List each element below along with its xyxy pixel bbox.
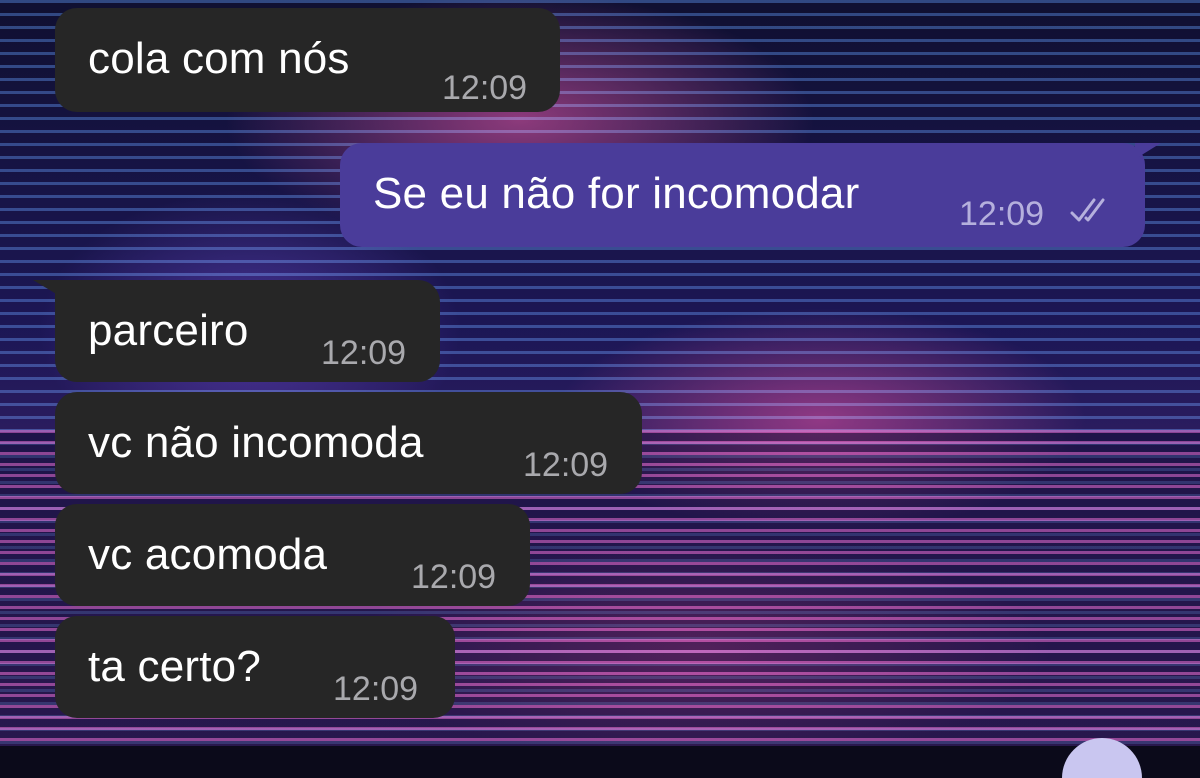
message-time: 12:09 (959, 195, 1045, 233)
bubble-tail (33, 280, 63, 298)
message-bubble-incoming[interactable]: vc acomoda 12:09 (55, 504, 530, 606)
double-check-icon (1070, 198, 1105, 222)
message-text: ta certo? (88, 642, 262, 691)
message-time: 12:09 (523, 446, 609, 484)
message-bubble-incoming[interactable]: ta certo? 12:09 (55, 616, 455, 718)
message-text: cola com nós (88, 34, 350, 83)
message-text: Se eu não for incomodar (373, 169, 860, 218)
message-text: vc não incomoda (88, 418, 424, 467)
message-bubble-incoming[interactable]: parceiro 12:09 (33, 280, 440, 382)
message-bubble-incoming[interactable]: vc não incomoda 12:09 (55, 392, 642, 494)
message-time: 12:09 (333, 670, 419, 708)
message-bubble-outgoing[interactable]: Se eu não for incomodar 12:09 (340, 143, 1161, 247)
message-time: 12:09 (442, 69, 528, 107)
message-time: 12:09 (321, 334, 407, 372)
message-bubble-incoming[interactable]: cola com nós 12:09 (55, 8, 560, 112)
message-text: vc acomoda (88, 530, 328, 579)
message-text: parceiro (88, 306, 249, 355)
bubble-tail (1135, 143, 1161, 159)
message-time: 12:09 (411, 558, 497, 596)
